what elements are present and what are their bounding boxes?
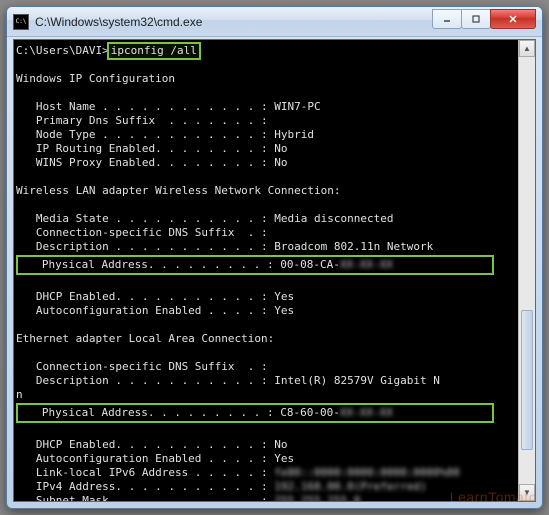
scroll-up-button[interactable]: ▲	[519, 40, 535, 57]
scroll-track[interactable]	[519, 57, 535, 484]
section-header: Windows IP Configuration	[16, 72, 175, 85]
cmd-icon	[13, 14, 29, 30]
redacted-ipv4: 192.168.00.0(Preferred)	[274, 480, 426, 494]
host-name-line: Host Name . . . . . . . . . . . . : WIN7…	[16, 100, 321, 113]
wlan-dns-line: Connection-specific DNS Suffix . :	[16, 226, 268, 239]
eth-physical-address-highlight: Physical Address. . . . . . . . . : C8-6…	[16, 403, 494, 423]
eth-ipv4-line: IPv4 Address. . . . . . . . . . . :	[16, 480, 274, 493]
eth-dns-line: Connection-specific DNS Suffix . :	[16, 360, 268, 373]
wlan-physical-address-highlight: Physical Address. . . . . . . . . : 00-0…	[16, 255, 494, 275]
redacted-subnet: 255.255.255.0	[274, 494, 360, 501]
eth-auto-line: Autoconfiguration Enabled . . . . : Yes	[16, 452, 294, 465]
titlebar[interactable]: C:\Windows\system32\cmd.exe	[7, 7, 542, 37]
redacted-ipv6: fe80::0000:0000:0000:0000%00	[274, 466, 459, 480]
eth-subnet-line: Subnet Mask . . . . . . . . . . . :	[16, 494, 274, 501]
eth-dhcp-line: DHCP Enabled. . . . . . . . . . . : No	[16, 438, 288, 451]
maximize-button[interactable]	[461, 9, 491, 29]
scroll-down-button[interactable]: ▼	[519, 484, 535, 501]
scroll-thumb[interactable]	[521, 310, 533, 450]
window-controls	[433, 9, 536, 29]
wlan-header: Wireless LAN adapter Wireless Network Co…	[16, 184, 341, 197]
window-title: C:\Windows\system32\cmd.exe	[35, 15, 433, 29]
terminal-output[interactable]: C:\Users\DAVI>ipconfig /all Windows IP C…	[14, 40, 518, 501]
terminal-area: C:\Users\DAVI>ipconfig /all Windows IP C…	[13, 39, 536, 502]
primary-dns-line: Primary Dns Suffix . . . . . . . :	[16, 114, 268, 127]
wlan-desc-line: Description . . . . . . . . . . . : Broa…	[16, 240, 433, 253]
close-button[interactable]	[490, 9, 536, 29]
command-highlight: ipconfig /all	[107, 42, 201, 60]
minimize-button[interactable]	[432, 9, 462, 29]
wlan-dhcp-line: DHCP Enabled. . . . . . . . . . . : Yes	[16, 290, 294, 303]
node-type-line: Node Type . . . . . . . . . . . . : Hybr…	[16, 128, 314, 141]
redacted-mac: XX-XX-XX	[340, 406, 393, 420]
ip-routing-line: IP Routing Enabled. . . . . . . . : No	[16, 142, 288, 155]
cmd-window: C:\Windows\system32\cmd.exe C:\Users\DAV…	[6, 6, 543, 509]
eth-header: Ethernet adapter Local Area Connection:	[16, 332, 274, 345]
eth-ll-ipv6-line: Link-local IPv6 Address . . . . . :	[16, 466, 274, 479]
wlan-media-line: Media State . . . . . . . . . . . : Medi…	[16, 212, 394, 225]
eth-desc-wrap: n	[16, 388, 23, 401]
vertical-scrollbar[interactable]: ▲ ▼	[518, 40, 535, 501]
eth-desc-line: Description . . . . . . . . . . . : Inte…	[16, 374, 440, 387]
prompt-path: C:\Users\DAVI	[16, 44, 102, 57]
redacted-mac: XX-XX-XX	[340, 258, 393, 272]
wlan-auto-line: Autoconfiguration Enabled . . . . : Yes	[16, 304, 294, 317]
wins-proxy-line: WINS Proxy Enabled. . . . . . . . : No	[16, 156, 288, 169]
